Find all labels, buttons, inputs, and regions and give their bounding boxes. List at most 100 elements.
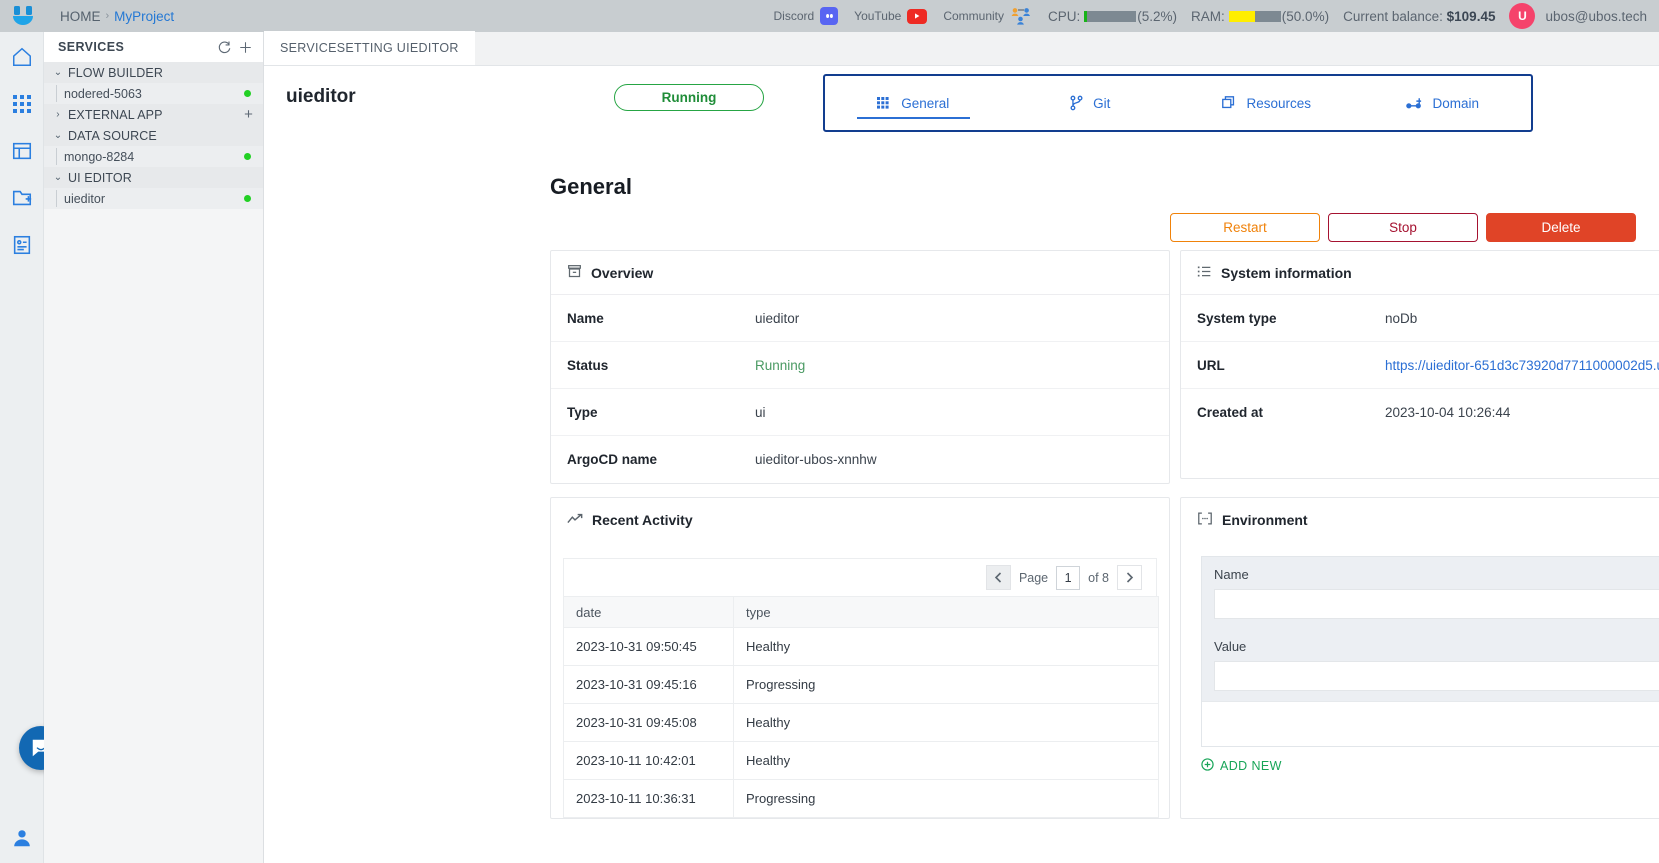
service-group-label: EXTERNAL APP [68,107,163,122]
rail-item-profile[interactable] [0,827,44,849]
tab-resources[interactable]: Resources [1178,76,1355,130]
activity-cell: Healthy [733,627,1159,666]
delete-button[interactable]: Delete [1486,213,1636,242]
restart-button[interactable]: Restart [1170,213,1320,242]
system-information-card-header: System information [1181,251,1659,295]
table-row: 2023-10-31 09:45:16 Progressing [563,665,1159,704]
domain-icon [1406,96,1423,110]
table-row: 2023-10-31 09:50:45 Healthy [563,627,1159,666]
action-buttons: Restart Stop Delete [1170,213,1636,242]
activity-cell: Healthy [733,703,1159,742]
add-new-label: ADD NEW [1220,759,1282,773]
activity-cell: 2023-10-31 09:50:45 [563,627,734,666]
discord-link[interactable]: Discord [773,7,839,25]
environment-delete-row: DELETE [1202,701,1659,746]
service-item-mongo-8284[interactable]: mongo-8284 [44,146,263,167]
recent-activity-card: Recent Activity Page 1 of 8 date type 202… [550,497,1170,819]
activity-cell: 2023-10-31 09:45:08 [563,703,734,742]
page-label: Page [1018,570,1049,585]
prev-page-button[interactable] [985,565,1011,590]
username[interactable]: ubos@ubos.tech [1545,9,1647,24]
git-branch-icon [1069,95,1084,111]
overview-rows: Name uieditor Status Running Type ui ArgoCD na… [551,295,1169,483]
resources-icon [1221,95,1237,111]
service-group-label: FLOW BUILDER [68,65,163,80]
youtube-link[interactable]: YouTube [854,8,928,24]
add-service-icon[interactable] [238,40,253,55]
document-tab[interactable]: SERVICESETTING UIEDITOR [264,31,475,65]
services-tree: ⌄ FLOW BUILDER nodered-5063 › EXTERNAL APP + ⌄… [44,62,263,209]
rail-item-home[interactable] [7,42,37,72]
document-list-icon [13,235,30,255]
overview-value: Running [755,357,806,373]
overview-key: ArgoCD name [567,452,658,467]
document-tab-strip: SERVICESETTING UIEDITOR [264,31,1659,66]
overview-key: Status [567,357,609,373]
environment-name-label: Name [1214,567,1249,582]
trend-up-icon [567,512,583,529]
chevron-down-icon: ⌄ [53,172,63,183]
environment-name-input[interactable] [1214,589,1659,619]
overview-value: uieditor-ubos-xnnhw [755,452,877,467]
next-page-button[interactable] [1117,565,1142,590]
tab-domain-label: Domain [1432,95,1480,111]
breadcrumb[interactable]: HOME › MyProject [60,9,174,24]
service-group-external-app[interactable]: › EXTERNAL APP + [44,104,263,125]
main-content: SERVICESETTING UIEDITOR uieditor Running… [264,31,1659,863]
service-title: uieditor [286,86,356,107]
overview-key: Name [567,310,604,326]
activity-cell: Progressing [733,665,1159,704]
rail-item-layout[interactable] [7,136,37,166]
balance-value: $109.45 [1446,8,1496,24]
breadcrumb-separator: › [105,10,110,22]
ram-label: RAM: [1191,8,1225,24]
overview-row: ArgoCD name uieditor-ubos-xnnhw [551,436,1169,483]
breadcrumb-project[interactable]: MyProject [114,9,174,24]
activity-cell: 2023-10-31 09:45:16 [563,665,734,704]
archive-icon [567,264,582,282]
environment-value-input[interactable] [1214,661,1659,691]
stop-button[interactable]: Stop [1328,213,1478,242]
home-icon [12,47,31,66]
chevron-down-icon: ⌄ [53,130,63,141]
cpu-bar [1084,10,1137,22]
environment-name-field: Name [1202,557,1659,629]
rail-item-apps[interactable] [7,89,37,119]
system-information-card: System information System type noDb URL htt… [1180,250,1659,479]
service-group-flow-builder[interactable]: ⌄ FLOW BUILDER [44,62,263,83]
tab-git[interactable]: Git [1002,76,1179,130]
breadcrumb-home[interactable]: HOME [60,9,101,24]
ram-value: (50.0%) [1281,8,1330,24]
service-group-ui-editor[interactable]: ⌄ UI EDITOR [44,167,263,188]
youtube-label: YouTube [854,9,902,23]
layout-icon [12,142,31,160]
overview-value: uieditor [755,310,800,326]
service-group-data-source[interactable]: ⌄ DATA SOURCE [44,125,263,146]
system-information-row: Created at 2023-10-04 10:26:44 [1181,389,1659,436]
service-item-nodered-5063[interactable]: nodered-5063 [44,83,263,104]
add-new-environment-button[interactable]: ADD NEW [1201,758,1659,774]
community-icon [1010,7,1032,25]
balance-label: Current balance: [1343,8,1443,24]
add-group-item-icon[interactable]: + [244,107,253,122]
rail-item-new-folder[interactable] [7,183,37,213]
tab-domain[interactable]: Domain [1355,76,1532,130]
service-item-uieditor[interactable]: uieditor [44,188,263,209]
community-link[interactable]: Community [943,7,1032,25]
activity-column-header: type [733,596,1159,628]
page-number-input[interactable]: 1 [1056,565,1081,590]
app-logo[interactable] [0,0,48,32]
environment-card-header: Environment [1181,498,1659,542]
status-pill[interactable]: Running [614,83,764,111]
activity-column-header: date [563,596,734,628]
refresh-icon[interactable] [217,40,232,55]
tab-general[interactable]: General [825,76,1002,130]
community-label: Community [943,9,1005,23]
page-title: General [550,174,632,199]
new-folder-icon [12,190,31,206]
table-row: 2023-10-11 10:36:31 Progressing [563,779,1159,818]
system-information-value: 2023-10-04 10:26:44 [1385,405,1511,420]
system-information-value[interactable]: https://uieditor-651d3c73920d7711000002d… [1385,358,1659,373]
avatar[interactable]: U [1509,3,1536,29]
rail-item-documents[interactable] [7,230,37,260]
